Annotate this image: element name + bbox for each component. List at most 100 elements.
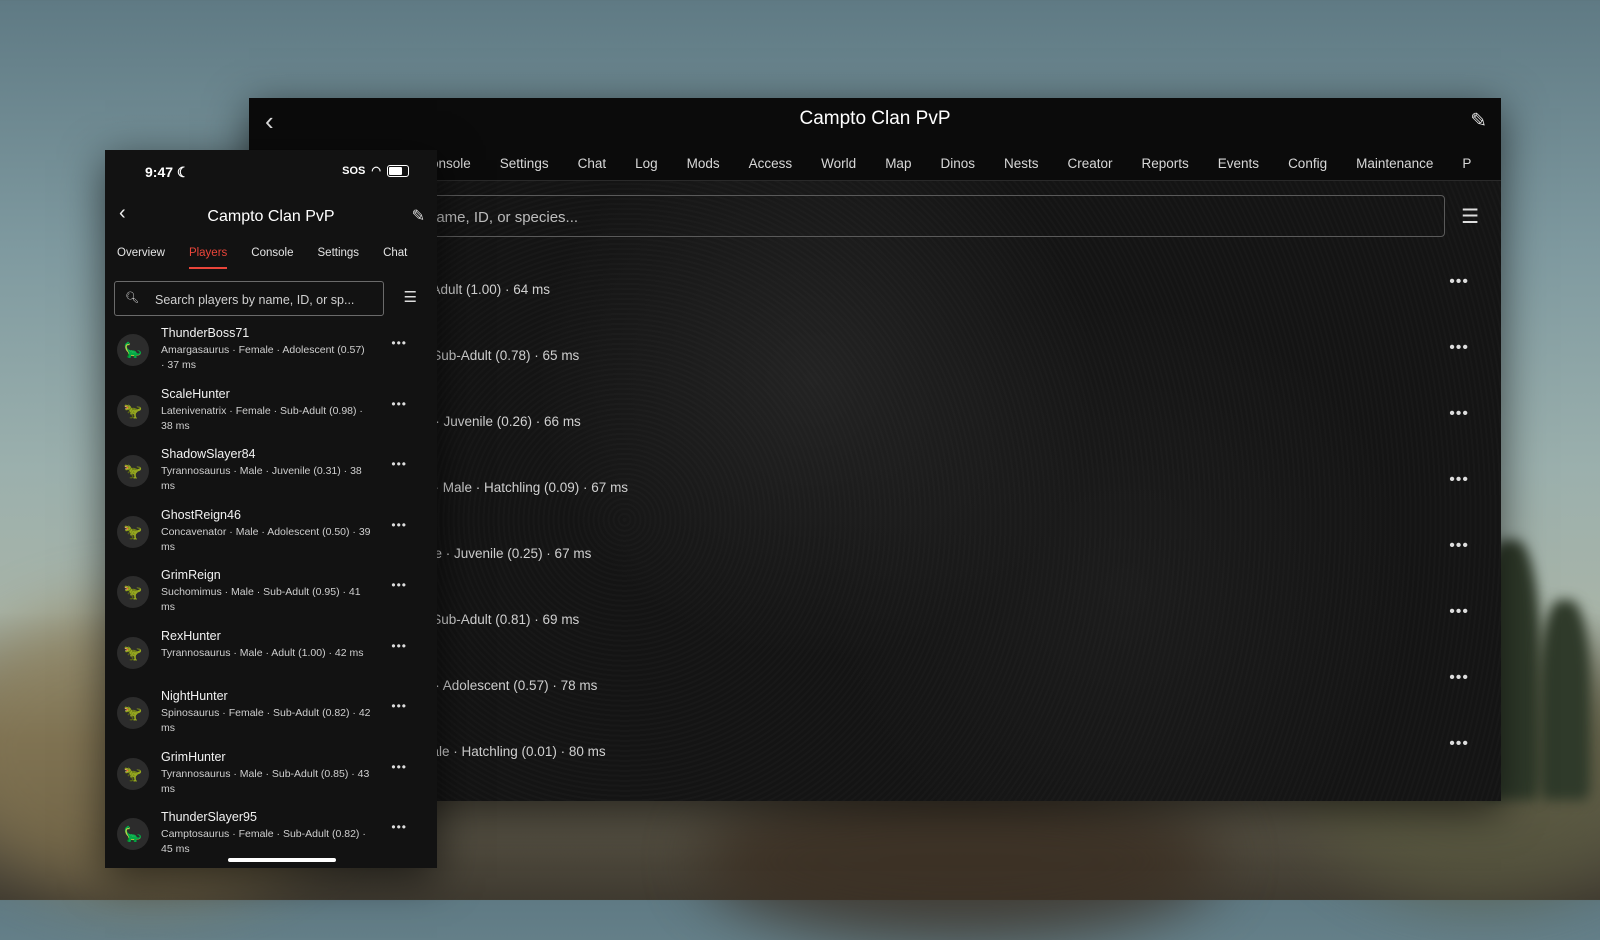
player-detail: s · Male · Hatchling (0.09) · 67 ms [424, 480, 629, 495]
tab-more[interactable]: P [1462, 156, 1471, 171]
player-row[interactable]: 🦖 GrimReign Suchomimus · Male · Sub-Adult … [105, 568, 437, 630]
filter-icon[interactable]: ☰ [1461, 204, 1479, 229]
search-icon: 🔍︎ [125, 292, 139, 304]
tab-bar: onsole Settings Chat Log Mods Access Wor… [431, 156, 1471, 171]
player-row[interactable]: 🦖 NightHunter Spinosaurus · Female · Sub-A… [105, 689, 437, 751]
player-detail: ale · Juvenile (0.25) · 67 ms [424, 546, 592, 561]
player-detail: Concavenator · Male · Adolescent (0.50) … [161, 525, 371, 553]
tab-world[interactable]: World [821, 156, 856, 171]
dino-avatar: 🦖 [117, 576, 149, 608]
more-icon[interactable]: ••• [391, 518, 407, 532]
player-name: GrimReign [161, 568, 221, 582]
edit-icon[interactable]: ✎ [1470, 108, 1487, 133]
search-input[interactable] [426, 196, 1330, 238]
tab-chat[interactable]: Chat [578, 156, 607, 171]
dino-avatar: 🦖 [117, 394, 149, 427]
dino-avatar: 🦖 [117, 697, 149, 729]
tab-chat[interactable]: Chat [383, 247, 407, 259]
tab-bar: Overview Players Console Settings Chat [117, 247, 407, 269]
tab-settings[interactable]: Settings [318, 247, 360, 259]
tab-mods[interactable]: Mods [687, 156, 720, 171]
list-item[interactable]: ale · Juvenile (0.25) · 67 ms [424, 546, 591, 566]
tab-settings[interactable]: Settings [500, 156, 549, 171]
more-icon[interactable]: ••• [1449, 471, 1469, 489]
player-detail: Tyrannosaurus · Male · Juvenile (0.31) ·… [161, 465, 362, 492]
tab-map[interactable]: Map [885, 156, 911, 171]
status-bar: 9:47 ☾ SOS ◠ [105, 150, 437, 194]
list-item[interactable]: · Sub-Adult (0.81) · 69 ms [424, 612, 579, 632]
player-detail: e · Adolescent (0.57) · 78 ms [424, 678, 598, 693]
tab-access[interactable]: Access [749, 156, 793, 171]
page-title: Campto Clan PvP [207, 208, 335, 225]
more-icon[interactable]: ••• [1449, 537, 1469, 555]
player-row[interactable]: 🦖 ScaleHunter Latenivenatrix · Female · Su… [105, 387, 437, 449]
list-item[interactable]: e · Adolescent (0.57) · 78 ms [424, 678, 597, 698]
player-name: ScaleHunter [161, 386, 230, 401]
more-icon[interactable]: ••• [1449, 405, 1469, 423]
dino-avatar: 🦖 [117, 757, 149, 790]
tab-players[interactable]: Players [188, 247, 228, 269]
tab-console[interactable]: Console [251, 247, 293, 259]
player-name: GrimHunter [161, 749, 226, 764]
more-icon[interactable]: ••• [1449, 735, 1469, 753]
sos-label: SOS [342, 164, 366, 177]
more-icon[interactable]: ••• [1449, 339, 1469, 357]
search-field[interactable] [419, 195, 1445, 238]
page-title: Campto Clan PvP [799, 108, 951, 129]
dino-avatar: 🦖 [117, 636, 149, 669]
tab-maintenance[interactable]: Maintenance [1356, 156, 1433, 171]
edit-icon[interactable]: ✎ [412, 206, 425, 226]
list-item[interactable]: s · Male · Hatchling (0.09) · 67 ms [424, 480, 628, 500]
player-detail: · Adult (1.00) · 64 ms [424, 282, 551, 297]
tab-creator[interactable]: Creator [1067, 156, 1112, 171]
list-item[interactable]: · Adult (1.00) · 64 ms [424, 282, 550, 302]
player-name: ShadowSlayer84 [161, 447, 256, 461]
tab-nests[interactable]: Nests [1004, 156, 1039, 171]
filter-icon[interactable]: ☰ [404, 288, 417, 306]
player-row[interactable]: 🦕 ThunderBoss71 Amargasaurus · Female · Ad… [105, 326, 437, 388]
tab-dinos[interactable]: Dinos [940, 156, 975, 171]
player-row[interactable]: 🦖 GrimHunter Tyrannosaurus · Male · Sub-Ad… [105, 750, 437, 812]
player-detail: e · Juvenile (0.26) · 66 ms [424, 414, 581, 429]
player-detail: nale · Hatchling (0.01) · 80 ms [424, 744, 606, 759]
more-icon[interactable]: ••• [1449, 669, 1469, 687]
tab-reports[interactable]: Reports [1142, 156, 1189, 171]
battery-icon [387, 164, 409, 177]
list-item[interactable]: · Sub-Adult (0.78) · 65 ms [424, 348, 579, 368]
more-icon[interactable]: ••• [1449, 273, 1469, 291]
list-item[interactable]: e · Juvenile (0.26) · 66 ms [424, 414, 581, 434]
more-icon[interactable]: ••• [391, 820, 407, 834]
dino-avatar: 🦕 [117, 818, 149, 850]
phone-window: 9:47 ☾ SOS ◠ ‹ Campto Clan PvP ✎ Overvie… [105, 150, 437, 868]
home-indicator[interactable] [228, 858, 336, 862]
search-input[interactable] [153, 282, 382, 317]
player-detail: Amargasaurus · Female · Adolescent (0.57… [161, 344, 365, 371]
player-row[interactable]: 🦖 RexHunter Tyrannosaurus · Male · Adult (… [105, 629, 437, 691]
player-row[interactable]: 🦖 GhostReign46 Concavenator · Male · Adole… [105, 508, 437, 570]
tab-config[interactable]: Config [1288, 156, 1327, 171]
player-detail: Tyrannosaurus · Male · Adult (1.00) · 42… [161, 646, 364, 659]
more-icon[interactable]: ••• [391, 760, 407, 774]
player-row[interactable]: 🦖 ShadowSlayer84 Tyrannosaurus · Male · Ju… [105, 447, 437, 509]
player-detail: Suchomimus · Male · Sub-Adult (0.95) · 4… [161, 586, 361, 613]
more-icon[interactable]: ••• [391, 578, 407, 592]
player-name: NightHunter [161, 689, 228, 703]
more-icon[interactable]: ••• [391, 699, 407, 713]
clock: 9:47 ☾ [145, 164, 190, 180]
more-icon[interactable]: ••• [391, 336, 407, 350]
player-detail: · Sub-Adult (0.81) · 69 ms [424, 612, 580, 627]
tab-log[interactable]: Log [635, 156, 658, 171]
more-icon[interactable]: ••• [391, 457, 407, 471]
more-icon[interactable]: ••• [391, 397, 407, 411]
tab-events[interactable]: Events [1218, 156, 1259, 171]
dino-avatar: 🦖 [117, 515, 149, 548]
more-icon[interactable]: ••• [1449, 603, 1469, 621]
dino-avatar: 🦕 [117, 334, 149, 366]
list-item[interactable]: nale · Hatchling (0.01) · 80 ms [424, 744, 606, 764]
more-icon[interactable]: ••• [391, 639, 407, 653]
wifi-icon: ◠ [371, 165, 381, 177]
player-detail: Camptosaurus · Female · Sub-Adult (0.82)… [161, 828, 366, 855]
tab-overview[interactable]: Overview [117, 247, 165, 259]
moon-icon: ☾ [176, 164, 190, 180]
search-field[interactable]: 🔍︎ [114, 281, 384, 317]
